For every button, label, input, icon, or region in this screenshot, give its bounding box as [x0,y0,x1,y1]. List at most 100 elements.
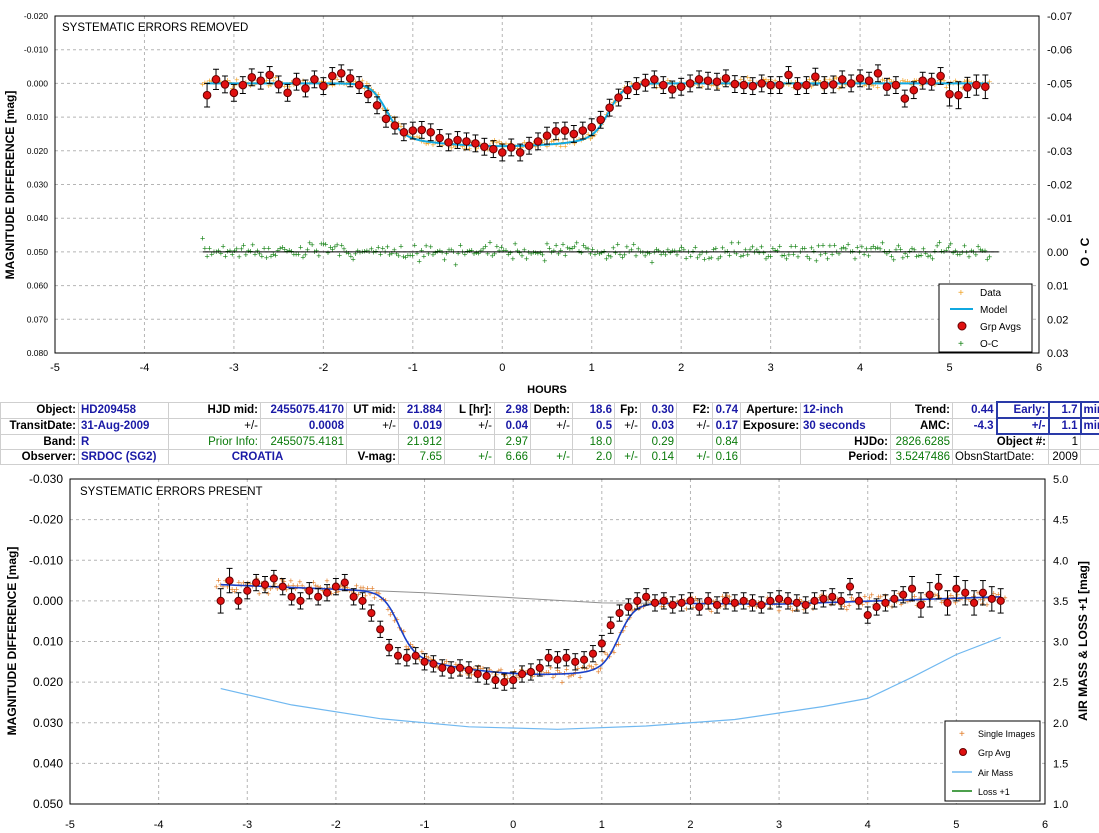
bottom-grp-point [438,663,447,673]
top-chart-annotation: SYSTEMATIC ERRORS REMOVED [62,22,248,34]
top-y-tick-label: 0.050 [27,247,49,257]
top-y2-tick-label: 0.01 [1047,281,1068,293]
top-grp-point [587,122,597,132]
top-grp-point [238,80,248,90]
top-grp-point [426,127,436,137]
top-grp-point [319,81,328,91]
top-legend-oc-marker: + [958,339,964,350]
top-grp-point [837,75,847,84]
prior-label: Prior Info: [168,433,261,450]
top-x-tick-label: 0 [499,362,505,374]
top-y2-tick-label: -0.04 [1047,112,1072,124]
observer-label: Observer: [0,449,79,465]
bottom-chart-y2-ticks: 5.0 4.5 4.0 3.5 3.0 2.5 2.0 1.5 1.0 [1053,474,1068,811]
top-x-tick-label: 3 [768,362,774,374]
top-grp-point [220,80,230,89]
bottom-grp-point [872,602,881,612]
top-grp-point [256,76,266,86]
top-grp-point [381,114,391,124]
fp-label: Fp: [614,401,641,419]
top-y-tick-label: 0.070 [27,314,49,324]
info-row-2: TransitDate: 31-Aug-2009 +/- 0.0008 +/- … [0,417,1099,435]
l-value: 2.98 [494,401,531,419]
bottom-legend-single-marker: + [959,729,965,740]
top-grp-point [274,80,283,89]
top-grp-point [694,75,704,84]
bottom-grp-point [615,608,624,618]
vmag-err2-value: 2.0 [572,449,615,465]
bottom-grp-point [916,600,926,610]
bottom-grp-point [606,621,615,630]
top-grp-point [399,127,409,137]
top-grp-point [828,80,838,89]
bottom-grp-point [305,586,314,595]
bottom-grp-point [464,665,473,675]
bottom-legend-grp-marker [959,748,967,756]
top-chart: SYSTEMATIC ERRORS REMOVED -0.020-0.0100.… [3,11,1092,396]
top-grp-point [506,143,516,152]
depth-err-label: +/- [530,417,573,435]
bottom-grp-point [783,596,793,605]
bottom-x-tick-label: -4 [154,819,164,831]
top-chart-y2label: O - C [1078,237,1092,266]
top-grp-point [328,71,337,81]
top-y2-tick-label: -0.02 [1047,180,1072,192]
top-grp-point [390,121,400,130]
f2-err-value: 0.17 [712,417,741,435]
object-num-value: 1 [1048,433,1081,450]
bottom-grp-point [961,588,970,597]
bottom-chart: SYSTEMATIC ERRORS PRESENT -0.030-0.020-0… [5,472,1090,831]
top-oc-point: + [891,255,896,265]
top-y-tick-label: 0.030 [27,180,49,190]
top-grp-point [292,77,301,87]
top-grp-point [471,139,480,148]
bottom-grp-point [491,675,500,685]
top-legend-grp-marker [957,321,967,331]
bottom-y2-tick-label: 3.0 [1053,637,1068,649]
site-value: CROATIA [168,449,347,465]
top-grp-point [766,80,775,90]
bottom-data-point: + [709,606,714,616]
bottom-x-tick-label: -3 [242,819,252,831]
top-chart-x-ticks: -5 -4 -3 -2 -1 0 1 2 3 4 5 6 [50,362,1042,374]
top-y-tick-label: 0.040 [27,213,49,223]
bottom-grp-point [367,608,376,618]
bottom-grp-point [216,596,225,605]
top-grp-point [784,70,793,80]
bottom-grp-point [500,678,509,687]
bottom-grp-point [721,596,731,605]
top-grp-point [936,71,945,81]
bottom-chart-ylabel: MAGNITUDE DIFFERENCE [mag] [5,547,19,736]
ut-err-value: 0.019 [398,417,445,435]
top-x-tick-label: -3 [229,362,239,374]
bottom-y-tick-label: -0.010 [29,553,63,567]
top-x-tick-label: 6 [1036,362,1042,374]
top-grp-point [283,88,292,98]
bottom-legend-loss: Loss +1 [978,787,1010,797]
bottom-grp-point [934,582,943,591]
bottom-grp-point [925,590,934,599]
ut-err-label: +/- [346,417,399,435]
bottom-grp-point [677,598,686,608]
top-grp-point [641,78,650,88]
top-y-tick-label: 0.060 [27,281,49,291]
bottom-x-tick-label: 6 [1042,819,1048,831]
top-grp-point [372,101,382,110]
top-grp-point [310,75,319,84]
hjd-err-value: 0.0008 [260,417,347,435]
top-y2-tick-label: 0.00 [1047,247,1068,259]
ut-mid-label: UT mid: [346,401,399,419]
top-chart-model-line [207,82,989,148]
top-grp-point [900,94,910,103]
f2-prior-err: 0.16 [712,449,741,465]
bottom-grp-point [987,594,996,603]
top-x-tick-label: -5 [50,362,60,374]
bottom-grp-point [562,653,571,662]
bottom-grp-point [473,669,482,679]
bottom-grp-point [650,598,660,608]
top-y2-tick-label: -0.07 [1047,11,1072,23]
top-grp-point [435,133,444,143]
bottom-grp-point [792,598,801,608]
top-x-tick-label: -1 [408,362,418,374]
early-err-unit: min [1079,417,1099,435]
